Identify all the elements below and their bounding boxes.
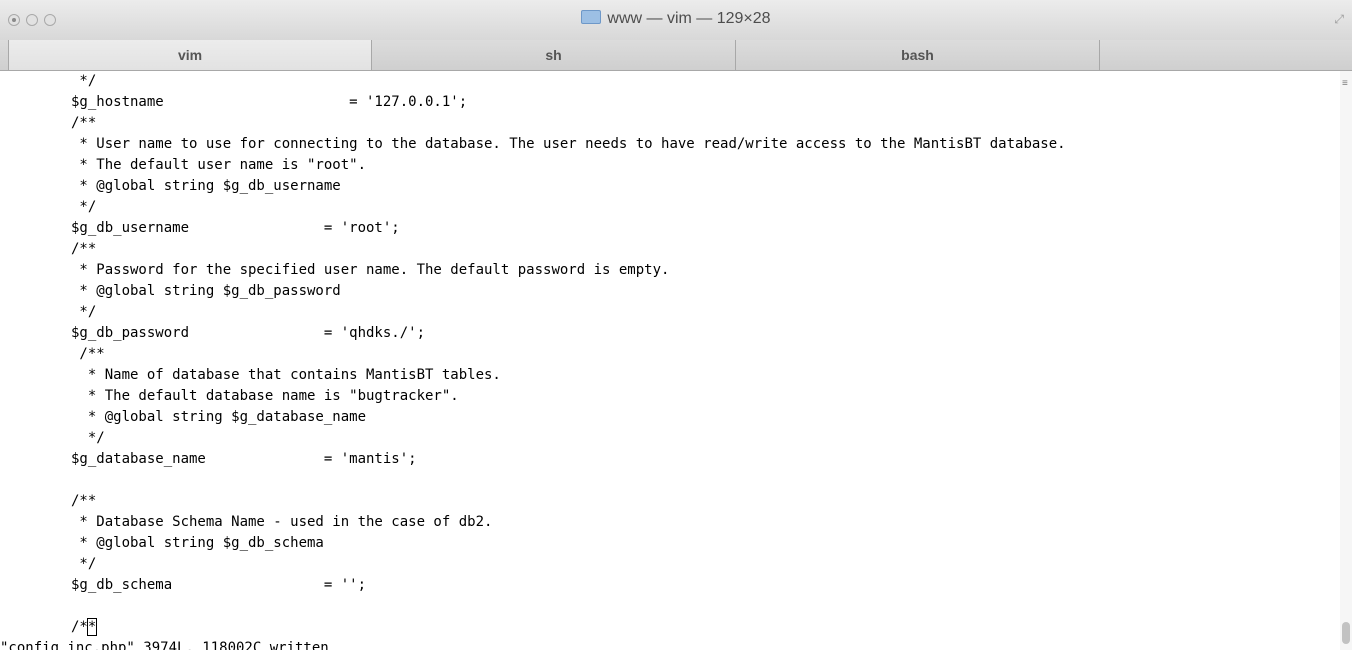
code-line: */ bbox=[12, 430, 105, 446]
terminal-window: www — vim — 129×28 ⤢ vim sh bash */ $g_h… bbox=[0, 0, 1352, 650]
status-line: "config_inc.php" 3974L, 118002C written bbox=[0, 640, 329, 650]
code-line: */ bbox=[12, 304, 97, 320]
code-line: */ bbox=[12, 556, 97, 572]
tab-sh[interactable]: sh bbox=[372, 40, 736, 70]
code-line: * The default database name is "bugtrack… bbox=[12, 388, 459, 404]
code-line: * The default user name is "root". bbox=[12, 157, 367, 173]
code-line: * @global string $g_db_username bbox=[12, 178, 341, 194]
code-line: /** bbox=[12, 241, 97, 257]
code-line: * Database Schema Name - used in the cas… bbox=[12, 514, 493, 530]
tab-bar-empty bbox=[1100, 40, 1352, 70]
code-line: */ bbox=[12, 199, 97, 215]
window-title: www — vim — 129×28 bbox=[607, 10, 771, 27]
cursor-line-text: /* bbox=[12, 619, 88, 635]
code-line: * Name of database that contains MantisB… bbox=[12, 367, 501, 383]
scroll-menu-icon[interactable]: ≡ bbox=[1342, 79, 1350, 89]
code-line: /** bbox=[12, 493, 97, 509]
folder-icon bbox=[581, 10, 602, 24]
scroll-thumb[interactable] bbox=[1342, 622, 1350, 644]
code-line: $g_db_username = 'root'; bbox=[12, 220, 400, 236]
tab-bar: vim sh bash bbox=[0, 40, 1352, 71]
code-line: $g_database_name = 'mantis'; bbox=[12, 451, 417, 467]
fullscreen-icon[interactable]: ⤢ bbox=[1334, 12, 1344, 27]
title-bar[interactable]: www — vim — 129×28 ⤢ bbox=[0, 0, 1352, 41]
code-line: $g_db_schema = ''; bbox=[12, 577, 367, 593]
code-line: $g_db_password = 'qhdks./'; bbox=[12, 325, 426, 341]
tab-bash[interactable]: bash bbox=[736, 40, 1100, 70]
code-line: */ bbox=[12, 73, 97, 89]
code-line: * @global string $g_db_schema bbox=[12, 535, 324, 551]
tab-vim[interactable]: vim bbox=[8, 40, 372, 70]
vim-editor[interactable]: */ $g_hostname = '127.0.0.1'; /** * User… bbox=[0, 71, 1340, 650]
window-title-wrap: www — vim — 129×28 bbox=[0, 10, 1352, 28]
code-line: * @global string $g_db_password bbox=[12, 283, 341, 299]
code-line: $g_hostname = '127.0.0.1'; bbox=[12, 94, 468, 110]
code-line: * User name to use for connecting to the… bbox=[12, 136, 1066, 152]
code-line: * @global string $g_database_name bbox=[12, 409, 367, 425]
cursor-line: /** bbox=[12, 617, 98, 638]
code-line: /** bbox=[12, 346, 105, 362]
code-line: * Password for the specified user name. … bbox=[12, 262, 670, 278]
text-cursor: * bbox=[86, 618, 98, 636]
vertical-scrollbar[interactable]: ≡ bbox=[1340, 71, 1352, 650]
code-line: /** bbox=[12, 115, 97, 131]
